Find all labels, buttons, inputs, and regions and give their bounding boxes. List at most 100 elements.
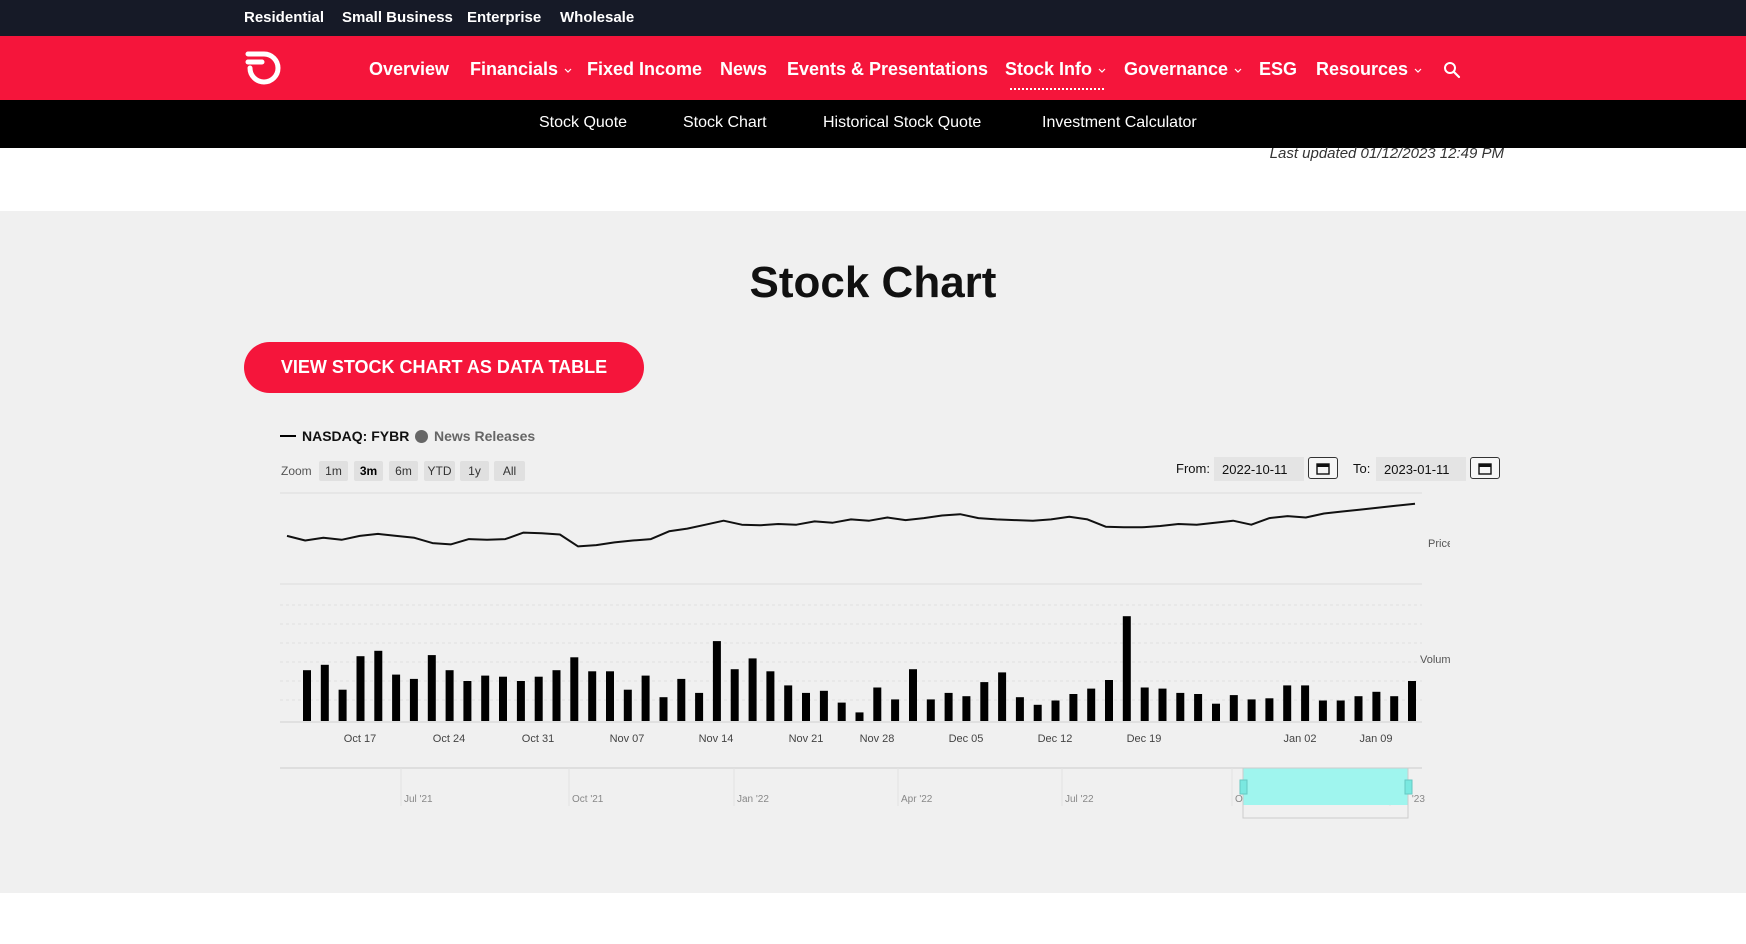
- zoom-label: Zoom: [281, 464, 312, 478]
- zoom-button-3m[interactable]: 3m: [354, 461, 383, 481]
- nav-item-label: Governance: [1124, 59, 1229, 79]
- x-tick-label: Jan 02: [1283, 733, 1316, 745]
- topbar-link-residential[interactable]: Residential: [244, 9, 324, 26]
- volume-bar: [819, 690, 828, 721]
- navigator-handle-right[interactable]: [1404, 779, 1413, 795]
- from-calendar-button[interactable]: [1308, 457, 1338, 479]
- subnav-stock-chart[interactable]: Stock Chart: [683, 114, 767, 132]
- volume-bar: [1354, 696, 1363, 721]
- volume-bar: [962, 696, 971, 721]
- volume-bar: [1265, 698, 1274, 721]
- zoom-button-all[interactable]: All: [494, 461, 525, 481]
- volume-bar: [1176, 692, 1185, 721]
- nav-item-esg[interactable]: ESG: [1259, 59, 1297, 80]
- main-nav: Overview Financials Fixed Income News Ev…: [0, 36, 1746, 100]
- volume-bar: [1158, 688, 1167, 721]
- volume-bar: [1122, 616, 1131, 721]
- nav-item-news[interactable]: News: [720, 59, 767, 80]
- volume-bar: [409, 678, 418, 721]
- nav-item-resources[interactable]: Resources: [1316, 59, 1423, 80]
- nav-item-overview[interactable]: Overview: [369, 59, 449, 80]
- stock-chart[interactable]: Price Volume Oct 17 Oct 24 Oct 31 Nov 07 Nov 1…: [270, 486, 1450, 826]
- x-tick-label: Nov 14: [699, 733, 734, 745]
- legend-item-news[interactable]: News Releases: [415, 428, 535, 444]
- volume-bar: [356, 656, 365, 721]
- volume-bar: [855, 712, 864, 721]
- volume-bar: [303, 670, 311, 721]
- volume-bar: [712, 641, 721, 721]
- subnav-investment-calculator[interactable]: Investment Calculator: [1042, 114, 1197, 132]
- volume-bar: [623, 689, 632, 721]
- calendar-icon: [1478, 462, 1492, 475]
- chevron-down-icon: [1414, 68, 1422, 73]
- x-tick-label: Oct 24: [433, 733, 465, 745]
- volume-bar: [909, 669, 917, 721]
- x-tick-label: Jan 09: [1359, 733, 1392, 745]
- nav-item-governance[interactable]: Governance: [1124, 59, 1243, 80]
- zoom-button-ytd[interactable]: YTD: [424, 461, 455, 481]
- legend-stock-label: NASDAQ: FYBR: [302, 428, 410, 444]
- nav-item-events[interactable]: Events & Presentations: [787, 59, 988, 80]
- volume-bar: [1140, 687, 1149, 721]
- zoom-button-1m[interactable]: 1m: [319, 461, 348, 481]
- navigator-tick-label: Jan '22: [737, 794, 769, 805]
- price-line: [286, 502, 1416, 548]
- x-tick-label: Nov 21: [789, 733, 824, 745]
- nav-item-label: Overview: [369, 59, 450, 79]
- brand-logo-icon[interactable]: [240, 46, 284, 90]
- volume-bar: [1301, 685, 1310, 721]
- x-tick-label: Dec 19: [1127, 733, 1162, 745]
- volume-bar: [588, 671, 597, 721]
- subnav-stock-quote[interactable]: Stock Quote: [539, 114, 627, 132]
- chevron-down-icon: [564, 68, 572, 73]
- to-label: To:: [1353, 461, 1371, 476]
- volume-bar: [1069, 694, 1078, 721]
- volume-bar: [1105, 680, 1113, 721]
- view-data-table-button[interactable]: VIEW STOCK CHART AS DATA TABLE: [244, 342, 644, 393]
- x-tick-label: Oct 31: [522, 733, 554, 745]
- volume-bar: [516, 681, 525, 721]
- x-tick-label: Oct 17: [344, 733, 376, 745]
- topbar-link-wholesale[interactable]: Wholesale: [560, 9, 634, 26]
- topbar-link-enterprise[interactable]: Enterprise: [467, 9, 541, 26]
- to-calendar-button[interactable]: [1470, 457, 1500, 479]
- volume-bar: [570, 657, 579, 721]
- volume-bar: [677, 678, 686, 721]
- nav-item-financials[interactable]: Financials: [470, 59, 573, 80]
- volume-bar: [392, 674, 401, 721]
- subnav-historical-stock-quote[interactable]: Historical Stock Quote: [823, 114, 981, 132]
- zoom-button-6m[interactable]: 6m: [389, 461, 418, 481]
- legend-item-stock[interactable]: NASDAQ: FYBR: [280, 428, 409, 444]
- volume-bar: [980, 682, 989, 721]
- nav-item-label: ESG: [1259, 59, 1298, 79]
- to-date-input[interactable]: [1376, 457, 1466, 481]
- volume-bar: [481, 675, 490, 721]
- from-date-input[interactable]: [1214, 457, 1304, 481]
- volume-bar: [1283, 685, 1292, 721]
- navigator-range-selection: [1243, 768, 1408, 805]
- volume-bar: [1033, 704, 1042, 721]
- volume-bar: [837, 702, 846, 721]
- zoom-button-1y[interactable]: 1y: [460, 461, 489, 481]
- volume-bar: [748, 658, 757, 721]
- volume-bar: [659, 697, 668, 721]
- navigator-tick-label: Apr '22: [901, 794, 933, 805]
- topbar-link-small-business[interactable]: Small Business: [342, 9, 453, 26]
- nav-item-fixed-income[interactable]: Fixed Income: [587, 59, 702, 80]
- x-tick-label: Nov 07: [610, 733, 645, 745]
- nav-item-label: News: [720, 59, 768, 79]
- volume-bar: [606, 671, 614, 721]
- navigator-tick-label: Jul '21: [404, 794, 433, 805]
- volume-bar: [1087, 688, 1096, 721]
- volume-bar: [926, 699, 935, 721]
- nav-item-stock-info[interactable]: Stock Info: [1005, 59, 1107, 80]
- volume-bar: [695, 692, 704, 721]
- volume-bar: [1194, 694, 1203, 721]
- nav-item-label: Fixed Income: [587, 59, 703, 79]
- navigator-handle-left[interactable]: [1239, 779, 1248, 795]
- volume-bar: [766, 671, 775, 721]
- x-tick-label: Dec 05: [949, 733, 984, 745]
- volume-bar: [1212, 703, 1220, 721]
- search-icon[interactable]: [1443, 61, 1461, 79]
- volume-bar: [784, 685, 793, 721]
